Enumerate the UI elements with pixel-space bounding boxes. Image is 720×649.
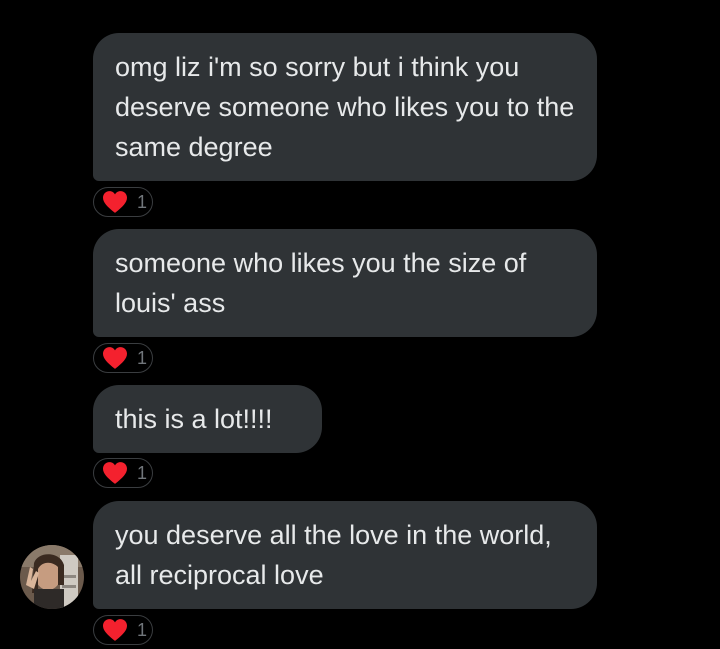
message-bubble[interactable]: omg liz i'm so sorry but i think you des… (93, 33, 597, 181)
heart-icon (101, 618, 129, 642)
reaction-count: 1 (137, 192, 148, 212)
heart-icon (101, 190, 129, 214)
reaction-count: 1 (137, 348, 148, 368)
reaction-count: 1 (137, 463, 148, 483)
reaction-badge[interactable]: 1 (93, 458, 153, 488)
reaction-badge[interactable]: 1 (93, 187, 153, 217)
reaction-badge[interactable]: 1 (93, 343, 153, 373)
reaction-badge[interactable]: 1 (93, 615, 153, 645)
message-text: you deserve all the love in the world, a… (115, 520, 552, 590)
message-text: this is a lot!!!! (115, 404, 273, 434)
message-bubble[interactable]: this is a lot!!!! (93, 385, 322, 453)
message-text: omg liz i'm so sorry but i think you des… (115, 52, 575, 162)
message-bubble[interactable]: someone who likes you the size of louis'… (93, 229, 597, 337)
avatar-image (20, 545, 84, 609)
message-bubble[interactable]: you deserve all the love in the world, a… (93, 501, 597, 609)
avatar[interactable] (20, 545, 84, 609)
heart-icon (101, 346, 129, 370)
heart-icon (101, 461, 129, 485)
reaction-count: 1 (137, 620, 148, 640)
message-text: someone who likes you the size of louis'… (115, 248, 527, 318)
